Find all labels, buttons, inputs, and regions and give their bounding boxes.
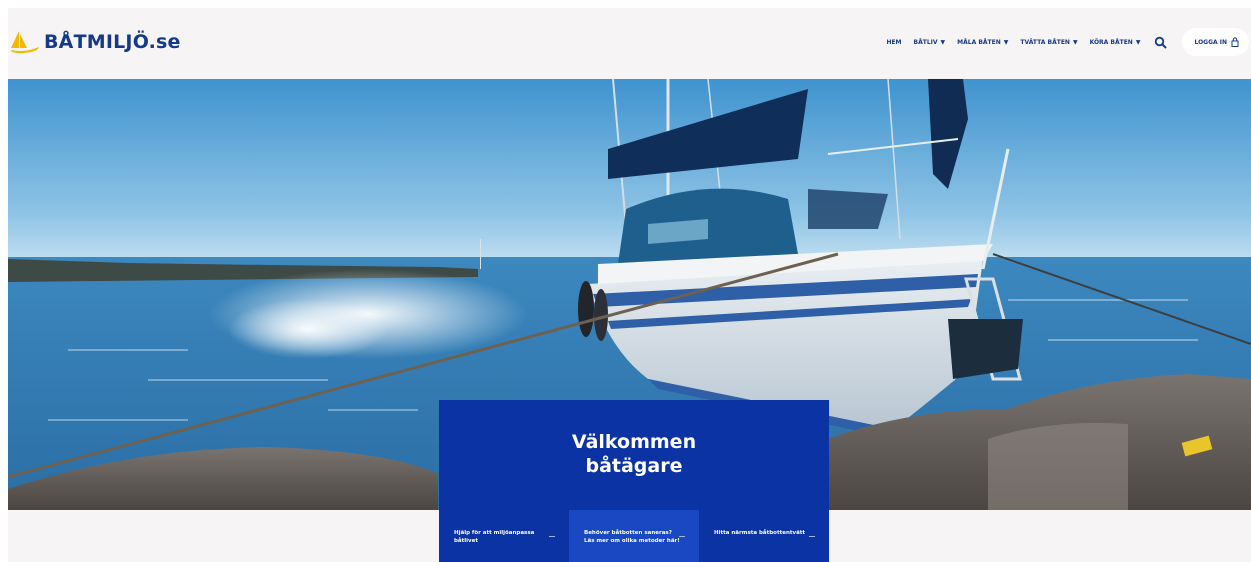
nav-item-label: TVÄTTA BÅTEN	[1020, 38, 1070, 46]
dash-icon	[679, 536, 685, 537]
dash-icon	[809, 536, 815, 537]
sailboat-logo-icon	[10, 29, 40, 55]
nav-item-tvatta-baten[interactable]: TVÄTTA BÅTEN ▼	[1020, 39, 1077, 46]
quick-link-label: Behöver båtbotten saneras? Läs mer om ol…	[584, 530, 680, 544]
page: BÅTMILJÖ.se HEM BÅTLIV ▼ MÅLA BÅTEN ▼ TVÄT…	[8, 8, 1251, 562]
site-logo[interactable]: BÅTMILJÖ.se	[10, 28, 181, 56]
nav-item-batliv[interactable]: BÅTLIV ▼	[914, 39, 946, 46]
welcome-panel: Välkommen båtägare Hjälp för att miljöan…	[439, 400, 829, 562]
welcome-title: Välkommen båtägare	[571, 431, 697, 477]
quick-link-card[interactable]: Hitta närmsta båtbottentvätt	[699, 510, 829, 562]
search-icon[interactable]	[1154, 35, 1168, 49]
quick-link-label: Hitta närmsta båtbottentvätt	[714, 530, 806, 536]
nav-item-kora-baten[interactable]: KÖRA BÅTEN ▼	[1090, 39, 1141, 46]
quick-link-label: Hjälp för att miljöanpassa båtlivet	[454, 530, 535, 544]
lock-icon	[1231, 37, 1239, 47]
caret-down-icon: ▼	[940, 38, 946, 46]
login-label: LOGGA IN	[1194, 38, 1227, 46]
site-header: BÅTMILJÖ.se HEM BÅTLIV ▼ MÅLA BÅTEN ▼ TVÄT…	[8, 8, 1251, 79]
nav-item-label: HEM	[886, 38, 902, 46]
nav-item-label: MÅLA BÅTEN	[957, 38, 1001, 46]
quick-link-card[interactable]: Hjälp för att miljöanpassa båtlivet	[439, 510, 569, 562]
site-logo-text: BÅTMILJÖ.se	[44, 31, 181, 53]
quick-link-card[interactable]: Behöver båtbotten saneras? Läs mer om ol…	[569, 510, 699, 562]
main-nav: HEM BÅTLIV ▼ MÅLA BÅTEN ▼ TVÄTTA BÅTEN ▼ KÖ…	[886, 26, 1249, 58]
nav-item-label: BÅTLIV	[913, 38, 938, 46]
nav-item-hem[interactable]: HEM	[886, 39, 901, 46]
nav-item-label: KÖRA BÅTEN	[1089, 38, 1133, 46]
dash-icon	[549, 536, 555, 537]
caret-down-icon: ▼	[1072, 38, 1078, 46]
nav-item-mala-baten[interactable]: MÅLA BÅTEN ▼	[957, 39, 1008, 46]
caret-down-icon: ▼	[1003, 38, 1009, 46]
login-button[interactable]: LOGGA IN	[1182, 28, 1249, 56]
caret-down-icon: ▼	[1135, 38, 1141, 46]
quick-links: Hjälp för att miljöanpassa båtlivet Behö…	[439, 510, 829, 562]
